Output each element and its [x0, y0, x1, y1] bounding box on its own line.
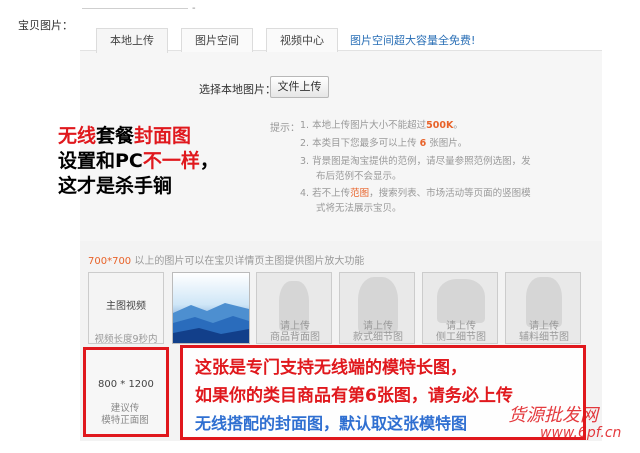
tip-2: 2. 本类目下您最多可以上传 6 张图片。 — [300, 138, 468, 149]
back-view-slot[interactable]: 请上传 商品背面图 — [256, 272, 332, 344]
watermark-title: 货源批发网 — [508, 405, 598, 426]
tips-label: 提示： — [270, 123, 300, 134]
tab-video-center[interactable]: 视频中心 — [266, 28, 338, 52]
tall-image-suggestion: 建议传 模特正面图 — [101, 403, 149, 426]
craft-detail-slot[interactable]: 请上传 侧工细节图 — [422, 272, 498, 344]
material-detail-label-2: 辅料细节图 — [519, 332, 569, 343]
tip-4: 4. 若不上传范图，搜索列表、市场活动等页面的竖图模 式将无法展示宝贝。 — [300, 188, 531, 214]
main-video-title: 主图视频 — [106, 301, 146, 312]
material-detail-slot[interactable]: 请上传 辅料细节图 — [505, 272, 581, 344]
zoom-hint: 700*700 以上的图片可以在宝贝详情页主图提供图片放大功能 — [88, 256, 365, 267]
back-view-label-2: 商品背面图 — [270, 332, 320, 343]
callout-line-2: 如果你的类目商品有第6张图，请务必上传 — [195, 386, 513, 406]
promo-line-2: 设置和PC不一样， — [58, 150, 219, 172]
field-label: 宝贝图片： — [18, 19, 73, 32]
promo-annotation: 无线套餐封面图 设置和PC不一样， 这才是杀手锏 — [58, 124, 219, 199]
cover-image-thumb[interactable] — [172, 272, 250, 344]
style-detail-label-2: 款式细节图 — [353, 332, 403, 343]
style-detail-slot[interactable]: 请上传 款式细节图 — [339, 272, 415, 344]
image-space-promo-link[interactable]: 图片空间超大容量全免费! — [350, 32, 475, 48]
tip-3: 3. 背景图是淘宝提供的范例，请尽量参照范例选图，发 布后范例不会显示。 — [300, 156, 531, 182]
tall-image-size: 800 * 1200 — [98, 379, 154, 390]
watermark-url: www.6pf.cn — [540, 425, 622, 441]
top-dash: - — [192, 3, 196, 14]
mountain-landscape-image — [173, 273, 249, 343]
top-divider — [82, 8, 188, 9]
file-upload-button[interactable]: 文件上传 — [270, 76, 329, 98]
callout-line-1: 这张是专门支持无线端的模特长图， — [195, 358, 467, 378]
craft-detail-label-2: 侧工细节图 — [436, 332, 486, 343]
sample-image-link[interactable]: 范图 — [350, 188, 369, 199]
tip-1: 1. 本地上传图片大小不能超过500K。 — [300, 120, 463, 131]
promo-line-1: 无线套餐封面图 — [58, 125, 192, 147]
main-video-length: 视频长度9秒内 — [94, 334, 158, 345]
promo-line-3: 这才是杀手锏 — [58, 175, 173, 197]
tab-local-upload[interactable]: 本地上传 — [96, 28, 168, 53]
tab-image-space[interactable]: 图片空间 — [181, 28, 253, 52]
select-local-image-label: 选择本地图片： — [199, 83, 276, 96]
callout-line-3: 无线搭配的封面图，默认取这张模特图 — [195, 414, 468, 433]
main-video-slot[interactable]: 主图视频 视频长度9秒内 — [88, 272, 164, 345]
